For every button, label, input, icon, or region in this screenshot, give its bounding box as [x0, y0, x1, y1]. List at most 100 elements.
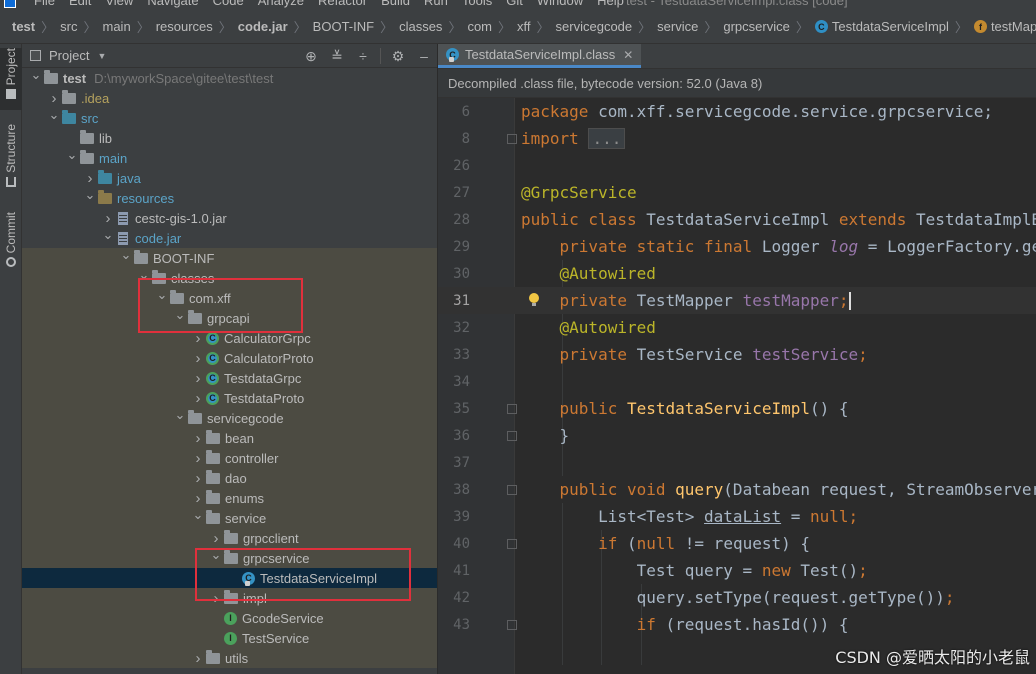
- chevron-down-icon[interactable]: ⌄: [100, 227, 116, 243]
- breadcrumb-item-boot-inf[interactable]: BOOT-INF: [313, 19, 374, 34]
- chevron-right-icon[interactable]: ›: [190, 490, 206, 507]
- tree-item-impl[interactable]: › impl: [22, 588, 437, 608]
- chevron-down-icon[interactable]: ⌄: [208, 547, 224, 563]
- tool-tab-project[interactable]: Project: [0, 48, 22, 110]
- tree-item-servicegcode[interactable]: ⌄ servicegcode: [22, 407, 437, 428]
- chevron-right-icon[interactable]: ›: [190, 470, 206, 487]
- breadcrumb-item-src[interactable]: src: [60, 19, 77, 34]
- fold-marker-icon[interactable]: [507, 619, 517, 630]
- chevron-right-icon[interactable]: ›: [190, 430, 206, 447]
- breadcrumb-item-servicegcode[interactable]: servicegcode: [556, 19, 633, 34]
- tree-item-testdataserviceimpl[interactable]: ·CTestdataServiceImpl: [22, 568, 437, 588]
- hide-icon[interactable]: –: [411, 48, 437, 64]
- expand-all-icon[interactable]: ≚: [324, 48, 350, 65]
- chevron-down-icon[interactable]: ⌄: [190, 507, 206, 523]
- chevron-down-icon[interactable]: ▼: [97, 51, 106, 61]
- tree-item-testdataproto[interactable]: › C TestdataProto: [22, 388, 437, 408]
- fold-marker-icon[interactable]: [507, 484, 517, 495]
- breadcrumb-item-service[interactable]: service: [657, 19, 698, 34]
- tree-item-testservice[interactable]: ·ITestService: [22, 628, 437, 648]
- tree-item-cestc-gis-1-0-jar[interactable]: › cestc-gis-1.0.jar: [22, 208, 437, 228]
- chevron-right-icon[interactable]: ›: [208, 590, 224, 607]
- menu-item-run[interactable]: Run: [424, 0, 448, 8]
- tree-item-dao[interactable]: › dao: [22, 468, 437, 488]
- menu-item-navigate[interactable]: Navigate: [147, 0, 198, 8]
- chevron-down-icon[interactable]: ⌄: [172, 407, 188, 423]
- editor-tab-testdataserviceimpl[interactable]: C TestdataServiceImpl.class ✕: [438, 44, 642, 68]
- tree-item-src[interactable]: ⌄ src: [22, 107, 437, 128]
- locate-file-icon[interactable]: ⊕: [298, 48, 324, 65]
- menu-item-file[interactable]: File: [34, 0, 55, 8]
- chevron-right-icon[interactable]: ›: [190, 330, 206, 347]
- tree-item-gcodeservice[interactable]: ·IGcodeService: [22, 608, 437, 628]
- breadcrumb-item-test[interactable]: test: [12, 19, 35, 34]
- tool-tab-commit[interactable]: Commit: [0, 212, 22, 272]
- tree-item-resources[interactable]: ⌄ resources: [22, 187, 437, 208]
- tree-item-idea[interactable]: › .idea: [22, 88, 437, 108]
- chevron-right-icon[interactable]: ›: [190, 390, 206, 407]
- tree-item-lib[interactable]: ·lib: [22, 128, 437, 148]
- chevron-right-icon[interactable]: ›: [190, 350, 206, 367]
- menu-item-help[interactable]: Help: [597, 0, 624, 8]
- tool-tab-structure[interactable]: Structure: [0, 124, 22, 204]
- fold-marker-icon[interactable]: [507, 403, 517, 414]
- tree-item-boot-inf[interactable]: ⌄ BOOT-INF: [22, 247, 437, 268]
- tree-item-classes[interactable]: ⌄ classes: [22, 267, 437, 288]
- chevron-down-icon[interactable]: ⌄: [136, 267, 152, 283]
- tree-item-grpcservice[interactable]: ⌄ grpcservice: [22, 547, 437, 568]
- code-area[interactable]: 6 package com.xff.servicegcode.service.gr…: [438, 98, 1036, 674]
- fold-marker-icon[interactable]: [507, 133, 517, 144]
- tree-item-controller[interactable]: › controller: [22, 448, 437, 468]
- menu-item-analyze[interactable]: Analyze: [258, 0, 304, 8]
- menu-item-edit[interactable]: Edit: [69, 0, 91, 8]
- tree-item-service[interactable]: ⌄ service: [22, 507, 437, 528]
- breadcrumb-item-code-jar[interactable]: code.jar: [238, 19, 288, 34]
- tree-item-code-jar[interactable]: ⌄ code.jar: [22, 227, 437, 248]
- chevron-right-icon[interactable]: ›: [100, 210, 116, 227]
- breadcrumb-item-testdataserviceimpl[interactable]: C TestdataServiceImpl: [814, 19, 949, 34]
- gear-icon[interactable]: ⚙: [385, 48, 411, 65]
- menu-item-code[interactable]: Code: [213, 0, 244, 8]
- menu-item-build[interactable]: Build: [381, 0, 410, 8]
- tree-item-enums[interactable]: › enums: [22, 488, 437, 508]
- chevron-right-icon[interactable]: ›: [82, 170, 98, 187]
- breadcrumb-item-testmapper[interactable]: ftestMapper: [973, 19, 1036, 34]
- breadcrumb-item-xff[interactable]: xff: [517, 19, 531, 34]
- tree-item-testdatagrpc[interactable]: › C TestdataGrpc: [22, 368, 437, 388]
- tree-item-grpcclient[interactable]: › grpcclient: [22, 528, 437, 548]
- tree-item-utils[interactable]: › utils: [22, 648, 437, 668]
- project-panel-title[interactable]: Project: [49, 48, 89, 63]
- close-icon[interactable]: ✕: [623, 48, 633, 62]
- folded-imports[interactable]: ...: [588, 128, 626, 149]
- chevron-right-icon[interactable]: ›: [208, 530, 224, 547]
- tree-item-bean[interactable]: › bean: [22, 428, 437, 448]
- chevron-right-icon[interactable]: ›: [190, 650, 206, 667]
- chevron-down-icon[interactable]: ⌄: [82, 187, 98, 203]
- menu-item-window[interactable]: Window: [537, 0, 583, 8]
- chevron-down-icon[interactable]: ⌄: [46, 107, 62, 123]
- tree-item-grpcapi[interactable]: ⌄ grpcapi: [22, 307, 437, 328]
- menu-item-tools[interactable]: Tools: [462, 0, 492, 8]
- chevron-down-icon[interactable]: ⌄: [172, 307, 188, 323]
- chevron-right-icon[interactable]: ›: [46, 90, 62, 107]
- chevron-right-icon[interactable]: ›: [190, 370, 206, 387]
- fold-marker-icon[interactable]: [507, 430, 517, 441]
- chevron-down-icon[interactable]: ⌄: [154, 287, 170, 303]
- tree-item-test[interactable]: ⌄ test D:\myworkSpace\gitee\test\test: [22, 67, 437, 88]
- menu-item-refactor[interactable]: Refactor: [318, 0, 367, 8]
- tree-item-main[interactable]: ⌄ main: [22, 147, 437, 168]
- breadcrumb-item-grpcservice[interactable]: grpcservice: [723, 19, 789, 34]
- tree-item-calculatorgrpc[interactable]: › C CalculatorGrpc: [22, 328, 437, 348]
- chevron-down-icon[interactable]: ⌄: [118, 247, 134, 263]
- menu-item-view[interactable]: View: [105, 0, 133, 8]
- fold-marker-icon[interactable]: [507, 538, 517, 549]
- breadcrumb-item-main[interactable]: main: [103, 19, 131, 34]
- menu-item-git[interactable]: Git: [506, 0, 523, 8]
- tree-item-com-xff[interactable]: ⌄ com.xff: [22, 287, 437, 308]
- chevron-down-icon[interactable]: ⌄: [28, 67, 44, 83]
- breadcrumb-item-classes[interactable]: classes: [399, 19, 442, 34]
- tree-item-java[interactable]: › java: [22, 168, 437, 188]
- chevron-right-icon[interactable]: ›: [190, 450, 206, 467]
- breadcrumb-item-com[interactable]: com: [467, 19, 492, 34]
- collapse-all-icon[interactable]: ÷: [350, 48, 376, 64]
